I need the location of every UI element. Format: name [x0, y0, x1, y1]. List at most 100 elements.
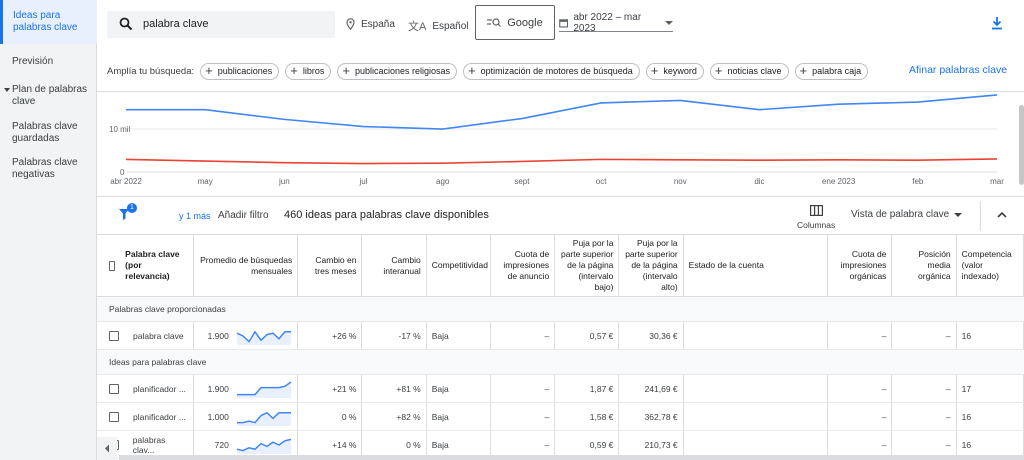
chip-publicaciones-religiosas[interactable]: + publicaciones religiosas	[337, 62, 458, 80]
chip-keyword[interactable]: + keyword	[645, 62, 704, 80]
row-checkbox[interactable]	[109, 411, 119, 422]
x-tick-label: jul	[359, 177, 368, 186]
sidebar-item-negativas[interactable]: Palabras clave negativas	[0, 157, 97, 181]
avg-searches-value: 1.900	[207, 330, 229, 341]
header-competition-index[interactable]: Competencia (valor indexado)	[956, 234, 1024, 297]
search-input[interactable]: palabra clave	[107, 11, 335, 38]
x-tick-label: ago	[436, 177, 450, 186]
bid-high-value: 241,69 €	[618, 374, 684, 403]
x-tick-label: mar	[990, 177, 1004, 186]
horizontal-scrollbar[interactable]	[119, 455, 1024, 460]
competition-value: Baja	[426, 321, 491, 350]
plus-icon: +	[290, 63, 298, 78]
sidebar-item-prevision[interactable]: Previsión	[0, 56, 97, 68]
keyword-cell[interactable]: palabras clav...	[133, 435, 188, 455]
chip-label: publicaciones	[217, 66, 273, 76]
location-label: España	[361, 18, 395, 30]
header-ad-impression-share[interactable]: Cuota de impresiones de anuncio	[490, 234, 556, 297]
header-keyword[interactable]: Palabra clave (por relevancia)	[97, 234, 194, 297]
filter-bar: 1 y 1 más Añadir filtro 460 ideas para p…	[97, 196, 1024, 234]
sidebar-item-label: Palabras clave negativas	[12, 157, 78, 180]
refine-keywords-link[interactable]: Afinar palabras clave	[909, 64, 1007, 76]
avg-searches-value: 1.000	[207, 411, 229, 422]
sidebar-item-plan[interactable]: Plan de palabras clave	[0, 84, 97, 108]
organic-position-value: –	[891, 402, 957, 431]
date-range-selector[interactable]: abr 2022 – mar 2023	[559, 12, 673, 34]
header-yoy-change[interactable]: Cambio interanual	[361, 234, 427, 297]
keyword-cell[interactable]: palabra clave	[133, 331, 184, 341]
vertical-scrollbar[interactable]	[1019, 105, 1024, 185]
columns-label[interactable]: Columnas	[797, 220, 835, 230]
keyword-cell[interactable]: planificador ...	[133, 412, 186, 422]
x-tick-label: may	[198, 177, 213, 186]
bid-low-value: 1,58 €	[554, 402, 620, 431]
table-header-row: Palabra clave (por relevancia) Promedio …	[97, 234, 1024, 297]
plus-icon: +	[468, 63, 476, 78]
plus-icon: +	[342, 63, 350, 78]
three-month-change-value: +21 %	[297, 374, 363, 403]
row-checkbox[interactable]	[109, 330, 119, 341]
table-row[interactable]: planificador ... 1.000 0 % +82 % Baja –1,58 €…	[97, 402, 1024, 431]
row-checkbox[interactable]	[109, 383, 119, 394]
header-three-month-change[interactable]: Cambio en tres meses	[297, 234, 363, 297]
language-selector[interactable]: 文A Español	[408, 18, 468, 34]
table-row[interactable]: palabra clave 1.900 +26 % -17 % Baja –0,57 €3…	[97, 321, 1024, 350]
trend-sparkline	[237, 438, 292, 454]
chip-noticias-clave[interactable]: + noticias clave	[709, 62, 789, 80]
search-icon	[119, 17, 133, 31]
header-organic-position[interactable]: Posición media orgánica	[891, 234, 957, 297]
select-all-checkbox[interactable]	[109, 260, 116, 271]
sidebar-item-guardadas[interactable]: Palabras clave guardadas	[0, 121, 97, 145]
sidebar-item-label: Previsión	[12, 56, 54, 67]
header-competition[interactable]: Competitividad	[426, 234, 491, 297]
chip-publicaciones[interactable]: + publicaciones	[200, 62, 280, 80]
language-label: Español	[432, 20, 469, 32]
chip-label: publicaciones religiosas	[355, 66, 451, 76]
chip-palabra-caja[interactable]: + palabra caja	[794, 62, 869, 80]
search-volume-chart: 10 mil 0 abr 2022 may jun jul ago sept oct nov d…	[97, 93, 1024, 188]
account-status-value	[683, 321, 829, 350]
header-bid-high[interactable]: Puja por la parte superior de la página …	[618, 234, 684, 297]
organic-position-value: –	[891, 374, 957, 403]
organic-share-value: –	[827, 374, 893, 403]
header-organic-share[interactable]: Cuota de impresiones orgánicas	[827, 234, 893, 297]
bid-high-value: 362,78 €	[618, 402, 684, 431]
download-icon[interactable]	[990, 16, 1004, 30]
keyword-cell[interactable]: planificador ...	[133, 384, 186, 394]
competition-value: Baja	[426, 374, 491, 403]
columns-icon[interactable]	[810, 205, 823, 216]
chevron-up-icon[interactable]	[997, 211, 1007, 218]
location-selector[interactable]: España	[346, 18, 395, 30]
organic-share-value: –	[827, 321, 893, 350]
more-filters-link[interactable]: y 1 más	[179, 211, 211, 221]
scroll-left-button[interactable]	[97, 437, 117, 460]
series-line-red	[125, 158, 998, 165]
section-label: Palabras clave proporcionadas	[97, 296, 1024, 322]
add-filter-button[interactable]: Añadir filtro	[218, 210, 269, 221]
yoy-change-value: -17 %	[361, 321, 427, 350]
organic-share-value: –	[827, 402, 893, 431]
sidebar-item-ideas[interactable]: Ideas para palabras clave	[0, 0, 97, 44]
x-tick-label: abr 2022	[110, 177, 142, 186]
header-account-status[interactable]: Estado de la cuenta	[683, 234, 829, 297]
sidebar: Ideas para palabras clave Previsión Plan…	[0, 0, 97, 460]
chip-label: palabra caja	[812, 66, 862, 76]
header-avg-searches[interactable]: Promedio de búsquedas mensuales	[193, 234, 299, 297]
chevron-down-icon	[665, 21, 673, 25]
view-selector[interactable]: Vista de palabra clave	[851, 209, 949, 220]
chip-libros[interactable]: + libros	[285, 62, 332, 80]
sidebar-item-label: Ideas para palabras clave	[13, 10, 78, 33]
competition-value: Baja	[426, 402, 491, 431]
three-month-change-value: 0 %	[297, 402, 363, 431]
competition-index-value: 17	[956, 374, 1024, 403]
ideas-count: 460 ideas para palabras clave disponible…	[284, 209, 489, 221]
account-status-value	[683, 402, 829, 431]
top-controls: palabra clave España 文A Español Google a…	[97, 0, 1024, 92]
ad-share-value: –	[490, 374, 556, 403]
table-row[interactable]: planificador ... 1.900 +21 % +81 % Baja –1,87…	[97, 374, 1024, 403]
broaden-search: Amplía tu búsqueda: + publicaciones + libr…	[107, 62, 869, 80]
keyword-table: Palabra clave (por relevancia) Promedio …	[97, 234, 1024, 460]
network-selector[interactable]: Google	[475, 5, 555, 40]
header-bid-low[interactable]: Puja por la parte superior de la página …	[554, 234, 620, 297]
chip-seo[interactable]: + optimización de motores de búsqueda	[463, 62, 640, 80]
